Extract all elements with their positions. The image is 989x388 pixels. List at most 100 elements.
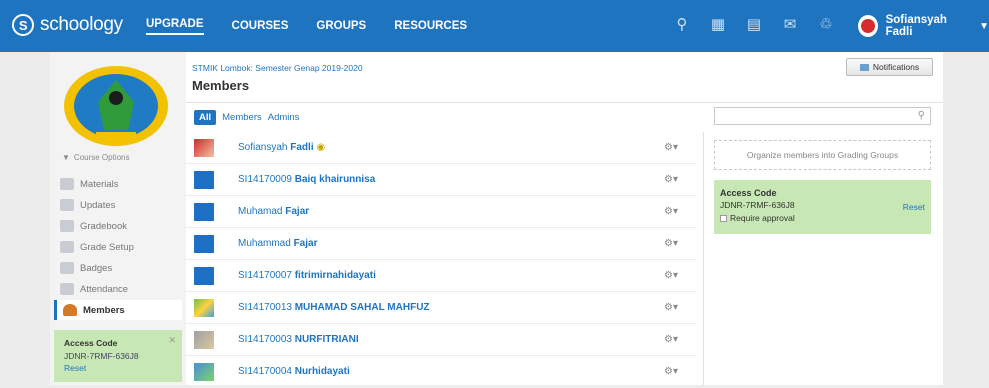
sidebar-item-label: Grade Setup (80, 241, 134, 253)
messages-icon[interactable]: ✉ (781, 15, 799, 33)
member-name-prefix: SI14170013 (238, 302, 295, 313)
breadcrumb[interactable]: STMIK Lombok: Semester Genap 2019-2020 (192, 63, 363, 73)
members-page: STMIK Lombok: Semester Genap 2019-2020 M… (186, 52, 943, 388)
member-filters: All Members Admins (194, 110, 299, 125)
sidebar-item-label: Badges (80, 262, 113, 274)
access-code-value: JDNR-7RMF-636J8 (64, 351, 139, 361)
gear-icon[interactable]: ⚙▾ (664, 334, 678, 345)
member-name-bold: Nurhidayati (294, 366, 350, 377)
sidebar-item-updates[interactable]: Updates (54, 195, 182, 215)
sidebar-item-grade-setup[interactable]: Grade Setup (54, 237, 182, 257)
sidebar-item-label: Updates (80, 199, 116, 211)
chevron-down-icon: ▼ (62, 153, 70, 162)
member-name[interactable]: SI14170009 Baiq khairunnisa (238, 174, 375, 185)
updates-icon (60, 199, 74, 211)
avatar (194, 203, 214, 221)
sidebar-item-members[interactable]: Members (54, 300, 182, 320)
course-options[interactable]: ▼ Course Options (62, 152, 134, 163)
course-sidebar: ▼ Course Options Materials Updates Gradeb… (50, 52, 186, 385)
member-name-prefix: SI14170007 (238, 270, 295, 281)
filter-members[interactable]: Members (222, 112, 262, 123)
search-icon: ⚲ (917, 110, 925, 121)
checkbox[interactable] (720, 214, 727, 222)
member-search-input[interactable]: ⚲ (714, 107, 931, 125)
nav-resources[interactable]: RESOURCES (394, 20, 467, 32)
nav-groups[interactable]: GROUPS (316, 20, 366, 32)
require-approval-label: Require approval (730, 213, 795, 223)
course-logo (64, 66, 168, 146)
list-item[interactable]: SI14170007 fitrimirnahidayati ⚙▾ (186, 260, 696, 292)
page-title: Members (192, 78, 250, 93)
sidebar-item-badges[interactable]: Badges (54, 258, 182, 278)
avatar (194, 235, 214, 253)
gear-icon[interactable]: ⚙▾ (664, 270, 678, 281)
grade-setup-icon (60, 241, 74, 253)
member-name-prefix: Sofiansyah (238, 142, 291, 153)
gear-icon[interactable]: ⚙▾ (664, 302, 678, 313)
schoology-logo[interactable]: S schoology (12, 14, 123, 36)
list-item[interactable]: SI14170004 Nurhidayati ⚙▾ (186, 356, 696, 388)
grading-groups-box[interactable]: Organize members into Grading Groups (714, 140, 931, 170)
list-item[interactable]: Muhamad Fajar ⚙▾ (186, 196, 696, 228)
divider (186, 102, 943, 103)
brand-name: schoology (40, 14, 123, 35)
list-item[interactable]: SI14170003 NURFITRIANI ⚙▾ (186, 324, 696, 356)
gear-icon[interactable]: ⚙▾ (664, 238, 678, 249)
sidebar-item-gradebook[interactable]: Gradebook (54, 216, 182, 236)
sidebar-item-label: Gradebook (80, 220, 128, 232)
search-icon[interactable]: ⚲ (673, 15, 691, 33)
apps-grid-icon[interactable]: ▦ (709, 15, 727, 33)
member-name[interactable]: SI14170007 fitrimirnahidayati (238, 270, 376, 281)
member-name[interactable]: Muhammad Fajar (238, 238, 317, 249)
top-icons: ⚲ ▦ ▤ ✉ ♲ (673, 15, 835, 33)
member-name[interactable]: SI14170013 MUHAMAD SAHAL MAHFUZ (238, 302, 430, 313)
nav-courses[interactable]: COURSES (232, 20, 289, 32)
chevron-down-icon: ▼ (979, 20, 989, 32)
list-item[interactable]: Muhammad Fajar ⚙▾ (186, 228, 696, 260)
column-divider (703, 132, 704, 385)
reset-link[interactable]: Reset (64, 363, 172, 373)
list-item[interactable]: SI14170009 Baiq khairunnisa ⚙▾ (186, 164, 696, 196)
user-menu[interactable]: Sofiansyah Fadli ▼ (858, 14, 989, 38)
main-nav: UPGRADE COURSES GROUPS RESOURCES (146, 0, 467, 52)
close-icon[interactable]: ✕ (168, 335, 176, 346)
access-code-title: Access Code (720, 188, 777, 198)
reset-link[interactable]: Reset (903, 202, 925, 212)
user-name: Sofiansyah Fadli (885, 14, 947, 38)
notifications-bell-icon[interactable]: ♲ (817, 15, 835, 33)
avatar (194, 331, 214, 349)
notifications-label: Notifications (872, 62, 920, 72)
member-name[interactable]: Sofiansyah Fadli ◉ (238, 142, 325, 153)
gradebook-icon (60, 220, 74, 232)
course-options-label: Course Options (73, 153, 130, 162)
sidebar-item-label: Materials (80, 178, 119, 190)
sidebar-item-materials[interactable]: Materials (54, 174, 182, 194)
gear-icon[interactable]: ⚙▾ (664, 174, 678, 185)
materials-icon (60, 178, 74, 190)
member-name[interactable]: SI14170004 Nurhidayati (238, 366, 350, 377)
member-name-bold: Fajar (285, 206, 310, 217)
sidebar-item-label: Attendance (80, 283, 129, 295)
member-name[interactable]: Muhamad Fajar (238, 206, 309, 217)
attendance-icon (60, 283, 74, 295)
nav-upgrade[interactable]: UPGRADE (146, 18, 204, 35)
list-item[interactable]: Sofiansyah Fadli ◉ ⚙▾ (186, 132, 696, 164)
list-item[interactable]: SI14170013 MUHAMAD SAHAL MAHFUZ ⚙▾ (186, 292, 696, 324)
filter-admins[interactable]: Admins (268, 112, 300, 123)
member-name-prefix: Muhamad (238, 206, 286, 217)
gear-icon[interactable]: ⚙▾ (664, 366, 678, 377)
avatar (194, 139, 214, 157)
filter-all[interactable]: All (194, 110, 217, 125)
gear-icon[interactable]: ⚙▾ (664, 142, 678, 153)
require-approval-checkbox[interactable]: Require approval (720, 213, 925, 223)
gear-icon[interactable]: ⚙▾ (664, 206, 678, 217)
member-name[interactable]: SI14170003 NURFITRIANI (238, 334, 359, 345)
notifications-button[interactable]: Notifications (846, 58, 933, 76)
access-code-panel: Access Code JDNR-7RMF-636J8 Reset Requir… (714, 180, 931, 234)
access-code-value: JDNR-7RMF-636J8 (720, 200, 795, 210)
calendar-icon[interactable]: ▤ (745, 15, 763, 33)
avatar (194, 299, 214, 317)
sidebar-item-attendance[interactable]: Attendance (54, 279, 182, 299)
envelope-icon (859, 63, 869, 71)
avatar (194, 267, 214, 285)
